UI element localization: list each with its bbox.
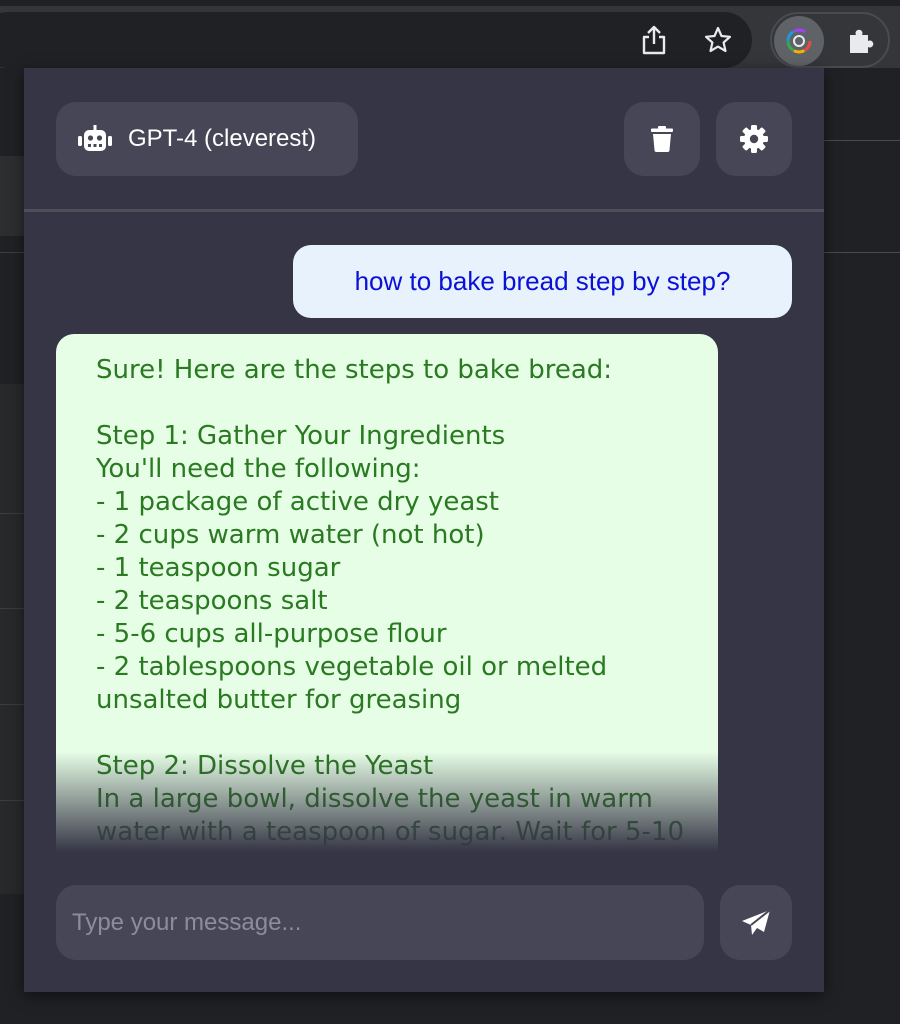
page-divider <box>824 140 900 141</box>
robot-icon <box>78 125 112 151</box>
assistant-message-line <box>96 717 688 750</box>
message-input[interactable] <box>56 885 704 960</box>
assistant-message-line: - 1 package of active dry yeast <box>96 487 499 517</box>
settings-button[interactable] <box>716 102 792 176</box>
star-icon[interactable] <box>698 20 738 60</box>
assistant-message-line: Sure! Here are the steps to bake bread: <box>96 355 613 385</box>
model-label: GPT-4 (cleverest) <box>128 125 317 152</box>
send-icon <box>742 908 771 935</box>
page-content-strip <box>0 384 24 894</box>
assistant-message-line: unsalted butter for greasing <box>96 685 462 715</box>
assistant-message-line: You'll need the following: <box>96 454 421 484</box>
clear-chat-button[interactable] <box>624 102 700 176</box>
assistant-message-line: water with a teaspoon of sugar. Wait for… <box>96 817 684 847</box>
assistant-message-line: - 2 teaspoons salt <box>96 586 328 616</box>
page-divider <box>0 252 24 253</box>
browser-toolbar <box>0 0 900 68</box>
page-divider <box>0 704 24 705</box>
assistant-message-line: - 2 cups warm water (not hot) <box>96 520 485 550</box>
puzzle-icon[interactable] <box>838 18 884 64</box>
gear-icon <box>740 125 768 153</box>
assistant-message-line: Step 2: Dissolve the Yeast <box>96 751 434 781</box>
share-icon[interactable] <box>634 20 674 60</box>
page-divider <box>0 608 24 609</box>
chat-popup: GPT-4 (cleverest) how to bake bread step… <box>24 68 824 992</box>
assistant-message-line: - 1 teaspoon sugar <box>96 553 341 583</box>
model-selector-button[interactable]: GPT-4 (cleverest) <box>56 102 358 176</box>
assistant-message-line: - 2 tablespoons vegetable oil or melted <box>96 652 608 682</box>
assistant-message-line <box>96 387 688 420</box>
openai-logo-icon[interactable] <box>774 16 824 66</box>
user-message-text: how to bake bread step by step? <box>354 266 731 296</box>
page-divider <box>824 252 900 253</box>
page-divider <box>0 800 24 801</box>
trash-icon <box>651 126 673 152</box>
tab-strip <box>0 0 900 6</box>
assistant-message: Sure! Here are the steps to bake bread: S… <box>56 334 718 852</box>
assistant-message-line: - 5-6 cups all-purpose flour <box>96 619 447 649</box>
page-header-strip <box>0 156 24 236</box>
send-button[interactable] <box>720 885 792 960</box>
user-message: how to bake bread step by step? <box>293 245 792 318</box>
page-divider <box>0 513 24 514</box>
assistant-message-line: Step 1: Gather Your Ingredients <box>96 421 506 451</box>
chat-messages[interactable]: how to bake bread step by step? Sure! He… <box>24 212 824 852</box>
assistant-message-line: In a large bowl, dissolve the yeast in w… <box>96 784 653 814</box>
